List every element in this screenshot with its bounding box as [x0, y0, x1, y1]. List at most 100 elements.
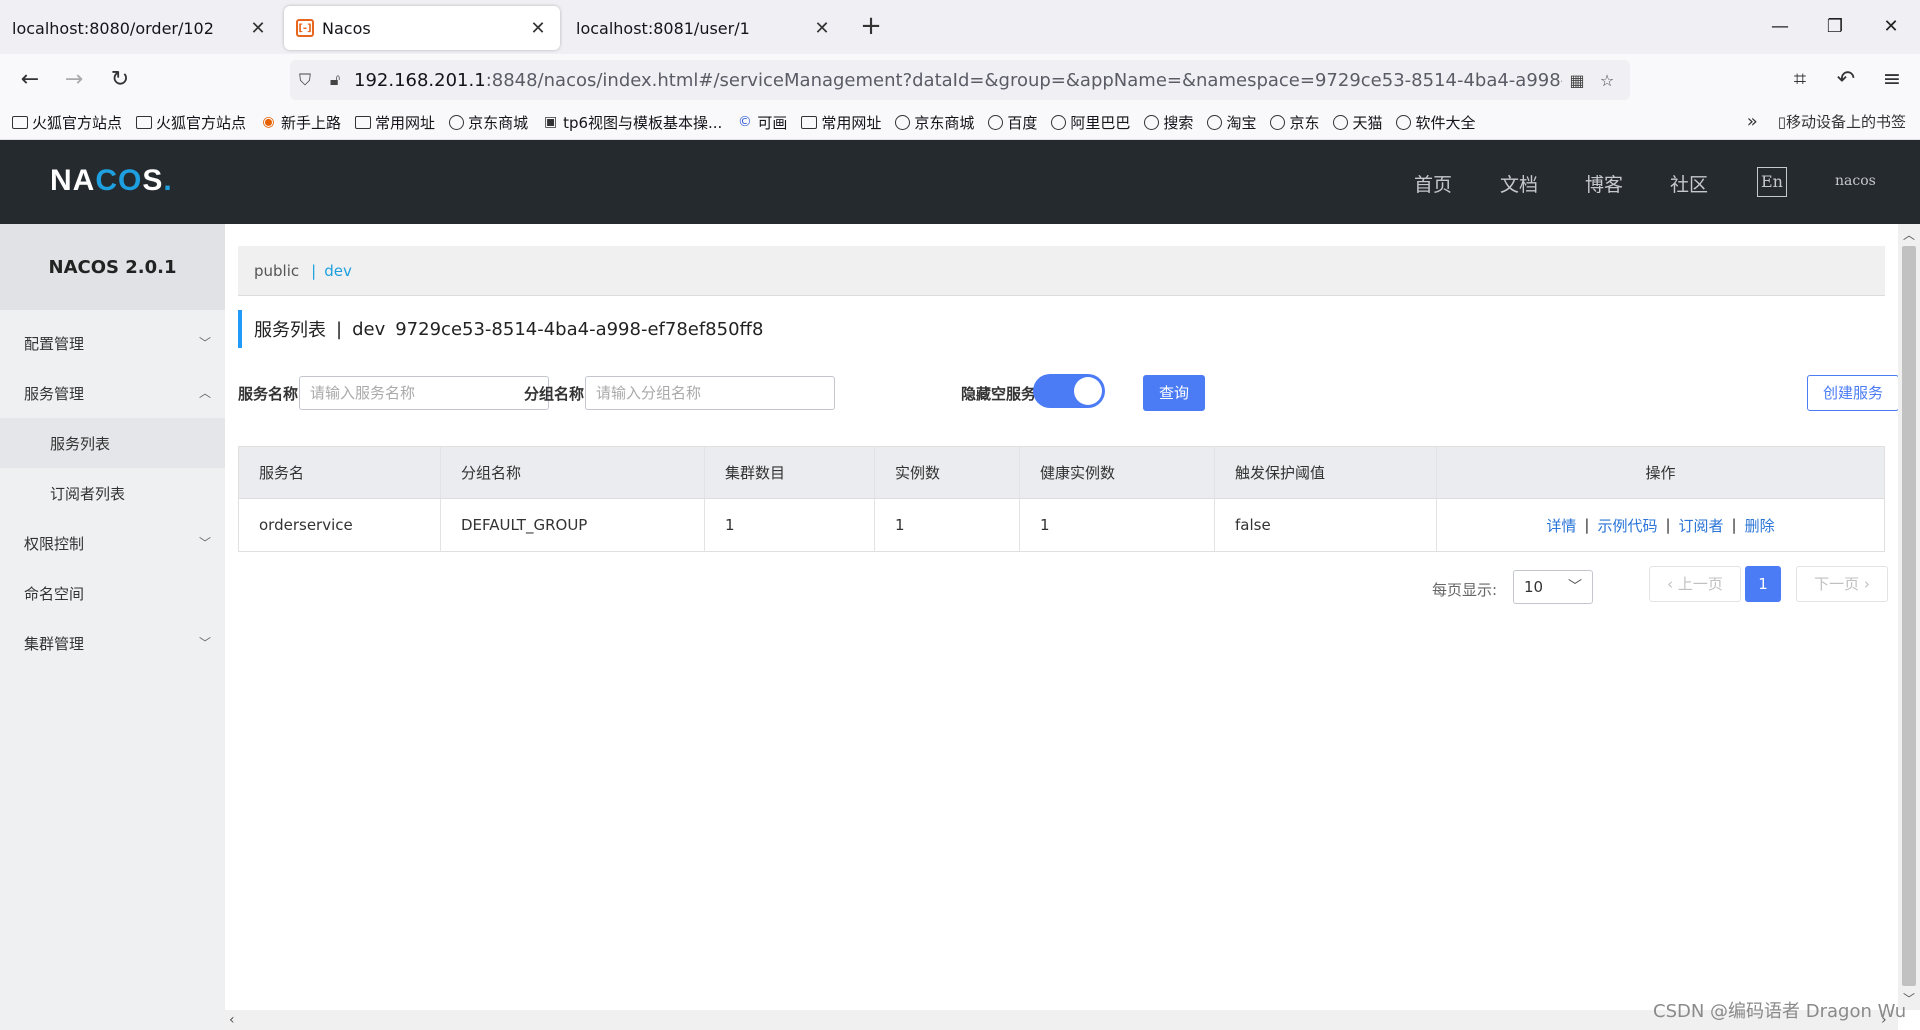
- scroll-up-icon[interactable]: ︿: [1898, 226, 1920, 243]
- page-title-separator: |: [336, 318, 343, 340]
- chevron-right-icon: ›: [1863, 575, 1870, 593]
- bookmark-item[interactable]: ◉ 新手上路: [260, 112, 341, 133]
- per-page-select[interactable]: 10 ﹀: [1513, 570, 1593, 604]
- scrollbar-thumb[interactable]: [1902, 246, 1916, 986]
- window-close-icon[interactable]: ✕: [1876, 12, 1906, 42]
- logo-dot: .: [163, 164, 173, 197]
- url-text[interactable]: 192.168.201.1:8848/nacos/index.html#/ser…: [350, 70, 1562, 91]
- folder-icon: [136, 116, 153, 129]
- reload-icon[interactable]: ↻: [104, 64, 136, 96]
- close-icon[interactable]: ✕: [528, 18, 548, 39]
- menu-icon[interactable]: ≡: [1876, 64, 1908, 96]
- bookmark-item[interactable]: 搜索: [1144, 112, 1193, 133]
- language-switch-button[interactable]: En: [1757, 167, 1787, 197]
- sample-code-link[interactable]: 示例代码: [1597, 515, 1657, 536]
- insecure-lock-icon[interactable]: 🔓︎: [320, 70, 350, 90]
- cell-instance-count: 1: [875, 499, 1020, 551]
- bookmark-item[interactable]: 软件大全: [1396, 112, 1476, 133]
- nacos-logo[interactable]: NACOS.: [50, 164, 173, 198]
- nav-blog[interactable]: 博客: [1585, 170, 1623, 197]
- logo-s: S: [142, 164, 164, 197]
- next-page-button[interactable]: 下一页 ›: [1796, 566, 1888, 602]
- cell-operations: 详情 | 示例代码 | 订阅者 | 删除: [1437, 499, 1884, 551]
- hide-empty-toggle[interactable]: [1033, 374, 1105, 408]
- toggle-knob: [1074, 377, 1102, 405]
- nav-community[interactable]: 社区: [1670, 170, 1708, 197]
- subscribers-link[interactable]: 订阅者: [1679, 515, 1724, 536]
- folder-icon: [801, 116, 818, 129]
- close-icon[interactable]: ✕: [812, 18, 832, 39]
- sidebar-item-label: 服务管理: [24, 384, 85, 403]
- table-row: orderservice DEFAULT_GROUP 1 1 1 false 详…: [239, 499, 1884, 551]
- sidebar-item-access-control[interactable]: 权限控制 ﹀: [0, 518, 225, 568]
- crop-icon[interactable]: ⌗: [1784, 64, 1816, 96]
- restore-icon[interactable]: ❐: [1820, 12, 1850, 42]
- browser-tab-user[interactable]: localhost:8081/user/1 ✕: [564, 6, 844, 50]
- sidebar-item-subscriber-list[interactable]: 订阅者列表: [0, 468, 225, 518]
- forward-icon[interactable]: →: [58, 64, 90, 96]
- bookmark-item[interactable]: 火狐官方站点: [136, 112, 246, 133]
- bookmark-item[interactable]: 天猫: [1333, 112, 1382, 133]
- bookmark-label: 京东: [1289, 114, 1320, 132]
- col-cluster-count: 集群数目: [705, 447, 875, 498]
- bookmark-item[interactable]: 阿里巴巴: [1051, 112, 1130, 133]
- cell-cluster-count: 1: [705, 499, 875, 551]
- nacos-header: NACOS. 首页 文档 博客 社区 En nacos: [0, 140, 1920, 224]
- sidebar-item-namespace[interactable]: 命名空间: [0, 568, 225, 618]
- namespace-public[interactable]: public: [254, 262, 299, 280]
- phone-icon: ▯: [1777, 113, 1786, 131]
- bookmark-item[interactable]: 淘宝: [1207, 112, 1256, 133]
- bookmark-item[interactable]: 京东商城: [449, 112, 528, 133]
- col-instance-count: 实例数: [875, 447, 1020, 498]
- create-service-button[interactable]: 创建服务: [1807, 375, 1899, 411]
- sidebar-item-config-management[interactable]: 配置管理 ﹀: [0, 318, 225, 368]
- url-path: :8848/nacos/index.html#/serviceManagemen…: [485, 69, 1562, 91]
- current-page-button[interactable]: 1: [1745, 566, 1781, 602]
- nav-home[interactable]: 首页: [1414, 170, 1452, 197]
- folder-icon: [355, 116, 372, 129]
- sidebar-item-service-list[interactable]: 服务列表: [0, 418, 225, 468]
- sidebar-item-service-management[interactable]: 服务管理 ︿: [0, 368, 225, 418]
- nacos-favicon-icon: [-]: [296, 19, 314, 37]
- mobile-bookmarks-label: 移动设备上的书签: [1785, 113, 1906, 131]
- vertical-scrollbar[interactable]: ︿ ﹀: [1898, 224, 1920, 1010]
- service-name-input[interactable]: [299, 376, 549, 410]
- bookmark-item[interactable]: © 可画: [736, 112, 788, 133]
- group-name-input[interactable]: [585, 376, 835, 410]
- new-tab-icon[interactable]: +: [856, 10, 886, 44]
- chevron-more-icon[interactable]: »: [1747, 111, 1758, 132]
- ops-separator: |: [1731, 516, 1737, 534]
- bookmark-item[interactable]: ▣ tp6视图与模板基本操...: [542, 112, 722, 133]
- star-icon[interactable]: ☆: [1592, 71, 1622, 90]
- bookmark-item[interactable]: 常用网址: [355, 112, 435, 133]
- url-bar[interactable]: ⛉ 🔓︎ 192.168.201.1:8848/nacos/index.html…: [290, 60, 1630, 100]
- horizontal-scrollbar[interactable]: ‹ ›: [225, 1010, 1898, 1030]
- bookmark-item[interactable]: 京东: [1270, 112, 1319, 133]
- user-name[interactable]: nacos: [1835, 173, 1876, 189]
- folder-icon: [12, 116, 28, 129]
- back-icon[interactable]: ←: [14, 64, 46, 96]
- qr-code-icon[interactable]: ▦: [1562, 71, 1592, 90]
- bookmark-label: 阿里巴巴: [1070, 114, 1131, 132]
- close-icon[interactable]: ✕: [248, 18, 268, 39]
- shield-icon[interactable]: ⛉: [290, 70, 320, 90]
- minimize-icon[interactable]: —: [1765, 12, 1795, 42]
- sidebar-item-cluster-management[interactable]: 集群管理 ﹀: [0, 618, 225, 668]
- bookmark-item[interactable]: 火狐官方站点: [12, 112, 122, 133]
- detail-link[interactable]: 详情: [1546, 515, 1576, 536]
- query-button[interactable]: 查询: [1143, 375, 1205, 411]
- delete-link[interactable]: 删除: [1745, 515, 1775, 536]
- scroll-left-icon[interactable]: ‹: [229, 1012, 235, 1028]
- nav-docs[interactable]: 文档: [1500, 170, 1538, 197]
- browser-tab-order[interactable]: localhost:8080/order/102 ✕: [0, 6, 280, 50]
- namespace-dev[interactable]: dev: [324, 262, 352, 280]
- table-header: 服务名 分组名称 集群数目 实例数 健康实例数 触发保护阈值 操作: [239, 447, 1884, 499]
- browser-tab-nacos[interactable]: [-] Nacos ✕: [284, 6, 560, 50]
- mobile-bookmarks[interactable]: ▯移动设备上的书签: [1778, 111, 1906, 132]
- prev-page-button[interactable]: ‹ 上一页: [1649, 566, 1741, 602]
- bookmark-item[interactable]: 常用网址: [801, 112, 881, 133]
- cell-protect-threshold: false: [1215, 499, 1437, 551]
- undo-icon[interactable]: ↶: [1830, 64, 1862, 96]
- bookmark-item[interactable]: 京东商城: [895, 112, 974, 133]
- bookmark-item[interactable]: 百度: [988, 112, 1037, 133]
